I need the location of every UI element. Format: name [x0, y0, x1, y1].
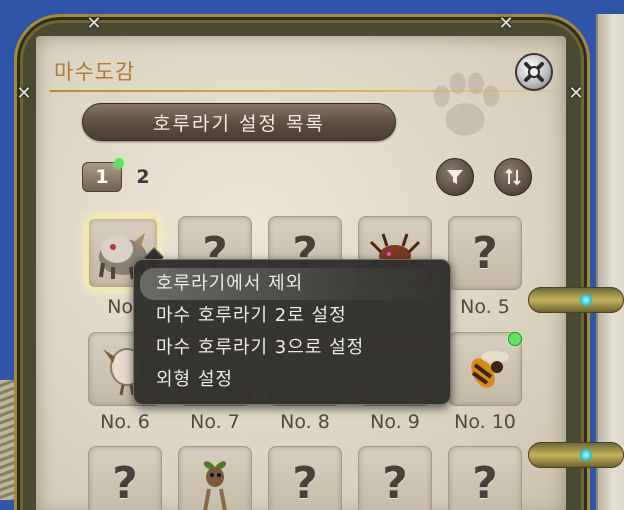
wasp-beast-icon	[471, 351, 509, 388]
sort-button[interactable]	[494, 158, 532, 196]
slot-label-6: No. 6	[100, 411, 150, 433]
minion-slot-14[interactable]: ?	[358, 446, 432, 510]
settings-icon	[524, 62, 544, 82]
corner-cross-icon: ✕	[498, 13, 514, 34]
corner-cross-icon: ✕	[16, 83, 32, 104]
gem-icon	[580, 449, 592, 461]
unknown-mark: ?	[472, 457, 498, 509]
seedling-beast-icon	[203, 461, 227, 510]
corner-cross-icon: ✕	[86, 13, 102, 34]
unknown-mark: ?	[292, 457, 318, 509]
sort-icon	[505, 168, 521, 186]
menu-item-set-whistle-2[interactable]: 마수 호루라기 2로 설정	[134, 300, 450, 332]
minion-slot-13[interactable]: ?	[268, 446, 342, 510]
new-indicator-dot	[114, 158, 124, 168]
title-divider	[50, 90, 558, 92]
book-page-edge	[596, 14, 624, 510]
menu-item-remove-from-whistle[interactable]: 호루라기에서 제외	[140, 268, 444, 300]
unknown-mark: ?	[112, 457, 138, 509]
gem-icon	[580, 294, 592, 306]
menu-item-set-whistle-3[interactable]: 마수 호루라기 3으로 설정	[134, 332, 450, 364]
frame-clasp	[528, 287, 624, 313]
context-menu: 호루라기에서 제외 마수 호루라기 2로 설정 마수 호루라기 3으로 설정 외…	[133, 259, 451, 405]
slot-label-8: No. 8	[280, 411, 330, 433]
minion-slot-5[interactable]: ?	[448, 216, 522, 290]
page-tab-2[interactable]: 2	[130, 162, 156, 192]
corner-cross-icon: ✕	[568, 83, 584, 104]
filter-icon	[447, 170, 463, 184]
unknown-mark: ?	[382, 457, 408, 509]
minion-slot-12[interactable]	[178, 446, 252, 510]
slot-label-10: No. 10	[454, 411, 516, 433]
minion-slot-15[interactable]: ?	[448, 446, 522, 510]
settings-button[interactable]	[515, 53, 553, 91]
slot-label-7: No. 7	[190, 411, 240, 433]
slot-label-9: No. 9	[370, 411, 420, 433]
menu-item-appearance-settings[interactable]: 외형 설정	[134, 364, 450, 396]
filter-button[interactable]	[436, 158, 474, 196]
unknown-mark: ?	[472, 227, 498, 279]
window-title: 마수도감	[54, 60, 136, 84]
minion-slot-11[interactable]: ?	[88, 446, 162, 510]
slot-label-5: No. 5	[460, 296, 510, 318]
whistle-settings-list-button[interactable]: 호루라기 설정 목록	[82, 103, 396, 141]
paw-watermark-icon	[433, 72, 500, 136]
frame-clasp	[528, 442, 624, 468]
decorative-rope	[0, 380, 14, 500]
new-indicator-dot	[508, 332, 522, 346]
